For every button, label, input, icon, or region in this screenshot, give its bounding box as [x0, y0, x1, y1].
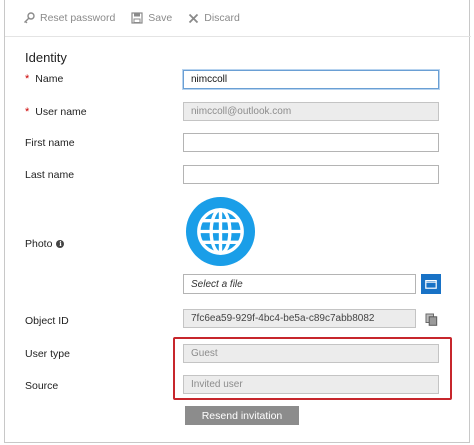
save-button[interactable]: Save [131, 12, 172, 24]
browse-button[interactable] [421, 274, 441, 294]
user-type-label: User type [25, 348, 70, 360]
required-marker: * [25, 106, 30, 118]
user-name-field[interactable] [183, 102, 439, 121]
info-icon[interactable]: i [56, 240, 65, 248]
close-icon [189, 13, 199, 23]
highlight-box [173, 337, 452, 400]
save-label: Save [148, 12, 173, 24]
first-name-label-row: First name [25, 137, 75, 149]
first-name-label: First name [25, 137, 75, 149]
toolbar: Reset password Save Discard [5, 0, 471, 37]
user-name-label: User name [35, 106, 87, 118]
photo-file-field[interactable]: Select a file [183, 274, 416, 294]
reset-password-button[interactable]: Reset password [23, 12, 115, 24]
discard-button[interactable]: Discard [188, 12, 240, 24]
source-label-row: Source [25, 380, 58, 392]
key-icon [24, 12, 35, 24]
user-type-label-row: User type [25, 348, 70, 360]
folder-icon [425, 280, 437, 289]
source-label: Source [25, 380, 59, 392]
required-marker: * [25, 73, 30, 85]
last-name-label-row: Last name [25, 169, 74, 181]
save-icon [131, 12, 143, 24]
object-id-label: Object ID [25, 315, 69, 327]
first-name-field[interactable] [183, 133, 439, 152]
name-label: Name [35, 73, 64, 85]
discard-label: Discard [204, 12, 240, 24]
resend-invitation-button[interactable]: Resend invitation [185, 406, 299, 425]
last-name-label: Last name [25, 169, 75, 181]
user-profile-panel: Reset password Save Discard Identity * N… [4, 0, 471, 443]
photo-label: Photo [25, 238, 53, 250]
name-field[interactable] [183, 70, 439, 89]
photo-file-placeholder: Select a file [191, 278, 243, 290]
object-id-label-row: Object ID [25, 315, 69, 327]
object-id-field[interactable] [183, 309, 416, 328]
reset-password-label: Reset password [40, 12, 116, 24]
user-name-label-row: * User name [25, 106, 87, 118]
section-title: Identity [25, 50, 67, 65]
name-label-row: * Name [25, 73, 63, 85]
globe-icon [185, 196, 256, 267]
last-name-field[interactable] [183, 165, 439, 184]
copy-button[interactable] [422, 310, 440, 328]
copy-icon [425, 313, 437, 326]
photo-label-row: Photo i [25, 238, 65, 250]
